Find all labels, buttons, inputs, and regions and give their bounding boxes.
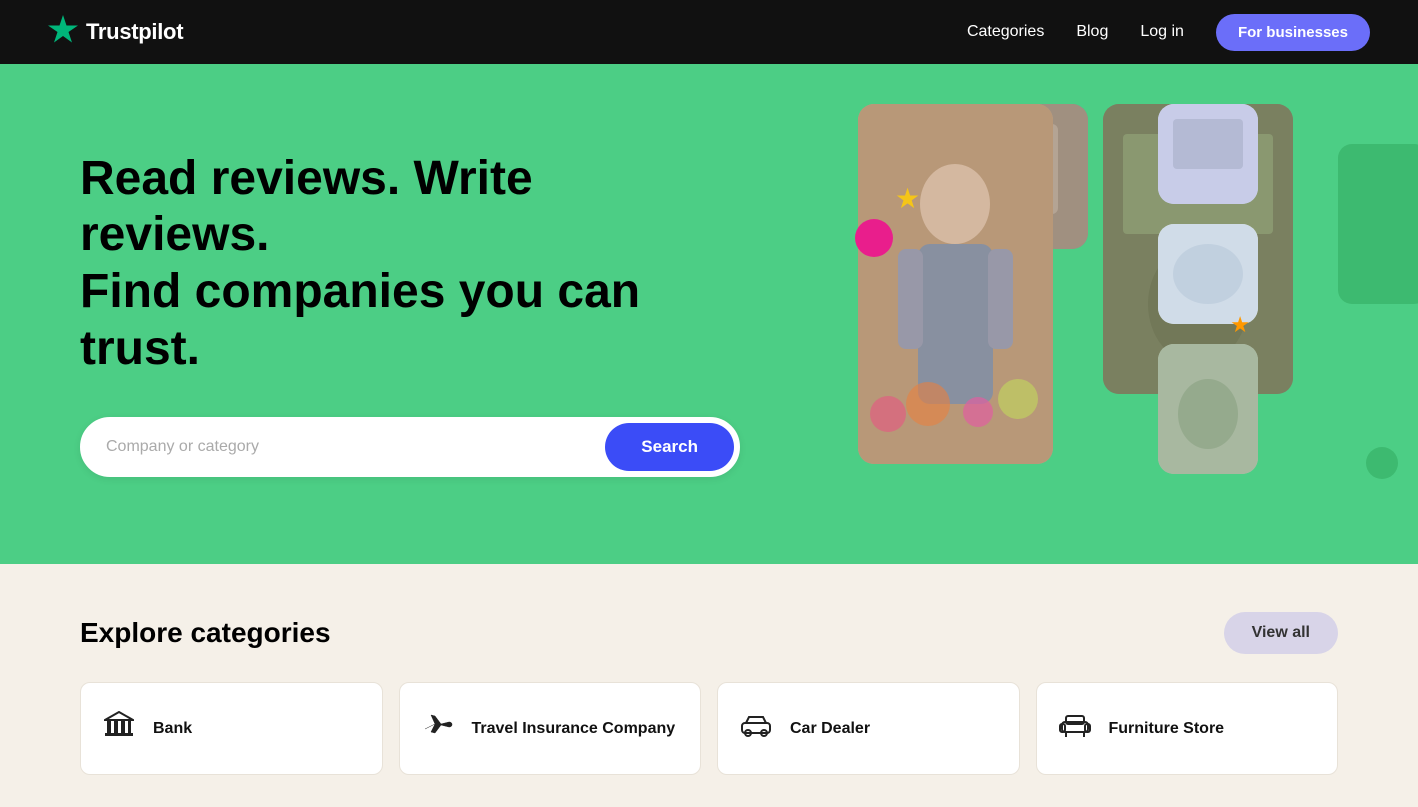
nav-categories-link[interactable]: Categories xyxy=(967,23,1044,41)
hero-img-main xyxy=(858,104,1053,464)
logo[interactable]: Trustpilot xyxy=(48,15,183,49)
categories-header: Explore categories View all xyxy=(80,612,1338,654)
view-all-button[interactable]: View all xyxy=(1224,612,1338,654)
car-icon xyxy=(738,713,774,744)
category-bank-label: Bank xyxy=(153,720,192,738)
hero-content: Read reviews. Write reviews. Find compan… xyxy=(80,151,680,478)
category-car-label: Car Dealer xyxy=(790,720,870,738)
hero-img-4 xyxy=(1158,224,1258,324)
navbar: Trustpilot Categories Blog Log in For bu… xyxy=(0,0,1418,64)
bank-icon xyxy=(101,711,137,746)
trustpilot-star-icon xyxy=(48,15,78,49)
category-travel-label: Travel Insurance Company xyxy=(472,720,676,738)
plane-icon xyxy=(420,711,456,746)
hero-title: Read reviews. Write reviews. Find compan… xyxy=(80,151,680,378)
deco-circle-pink xyxy=(855,219,893,257)
for-businesses-button[interactable]: For businesses xyxy=(1216,14,1370,51)
categories-title: Explore categories xyxy=(80,617,331,649)
hero-img-3 xyxy=(1158,104,1258,204)
categories-grid: Bank Travel Insurance Company Car Dealer xyxy=(80,682,1338,775)
hero-img-5 xyxy=(1158,344,1258,474)
search-button[interactable]: Search xyxy=(605,423,734,471)
category-card-travel-insurance[interactable]: Travel Insurance Company xyxy=(399,682,702,775)
hero-image-collage xyxy=(858,104,1418,534)
deco-circle-green xyxy=(1366,447,1398,479)
hero-section: Read reviews. Write reviews. Find compan… xyxy=(0,64,1418,564)
deco-star-yellow-icon: ★ xyxy=(895,182,920,215)
nav-login-link[interactable]: Log in xyxy=(1140,23,1184,41)
category-card-car-dealer[interactable]: Car Dealer xyxy=(717,682,1020,775)
category-card-bank[interactable]: Bank xyxy=(80,682,383,775)
navbar-right: Categories Blog Log in For businesses xyxy=(967,14,1370,51)
category-card-furniture-store[interactable]: Furniture Store xyxy=(1036,682,1339,775)
search-bar: Search xyxy=(80,417,740,477)
categories-section: Explore categories View all Bank xyxy=(0,564,1418,807)
search-input[interactable] xyxy=(82,419,601,475)
deco-star-orange-icon: ★ xyxy=(1230,312,1250,338)
logo-text: Trustpilot xyxy=(86,19,183,45)
furniture-icon xyxy=(1057,712,1093,745)
nav-blog-link[interactable]: Blog xyxy=(1076,23,1108,41)
category-furniture-label: Furniture Store xyxy=(1109,720,1225,738)
